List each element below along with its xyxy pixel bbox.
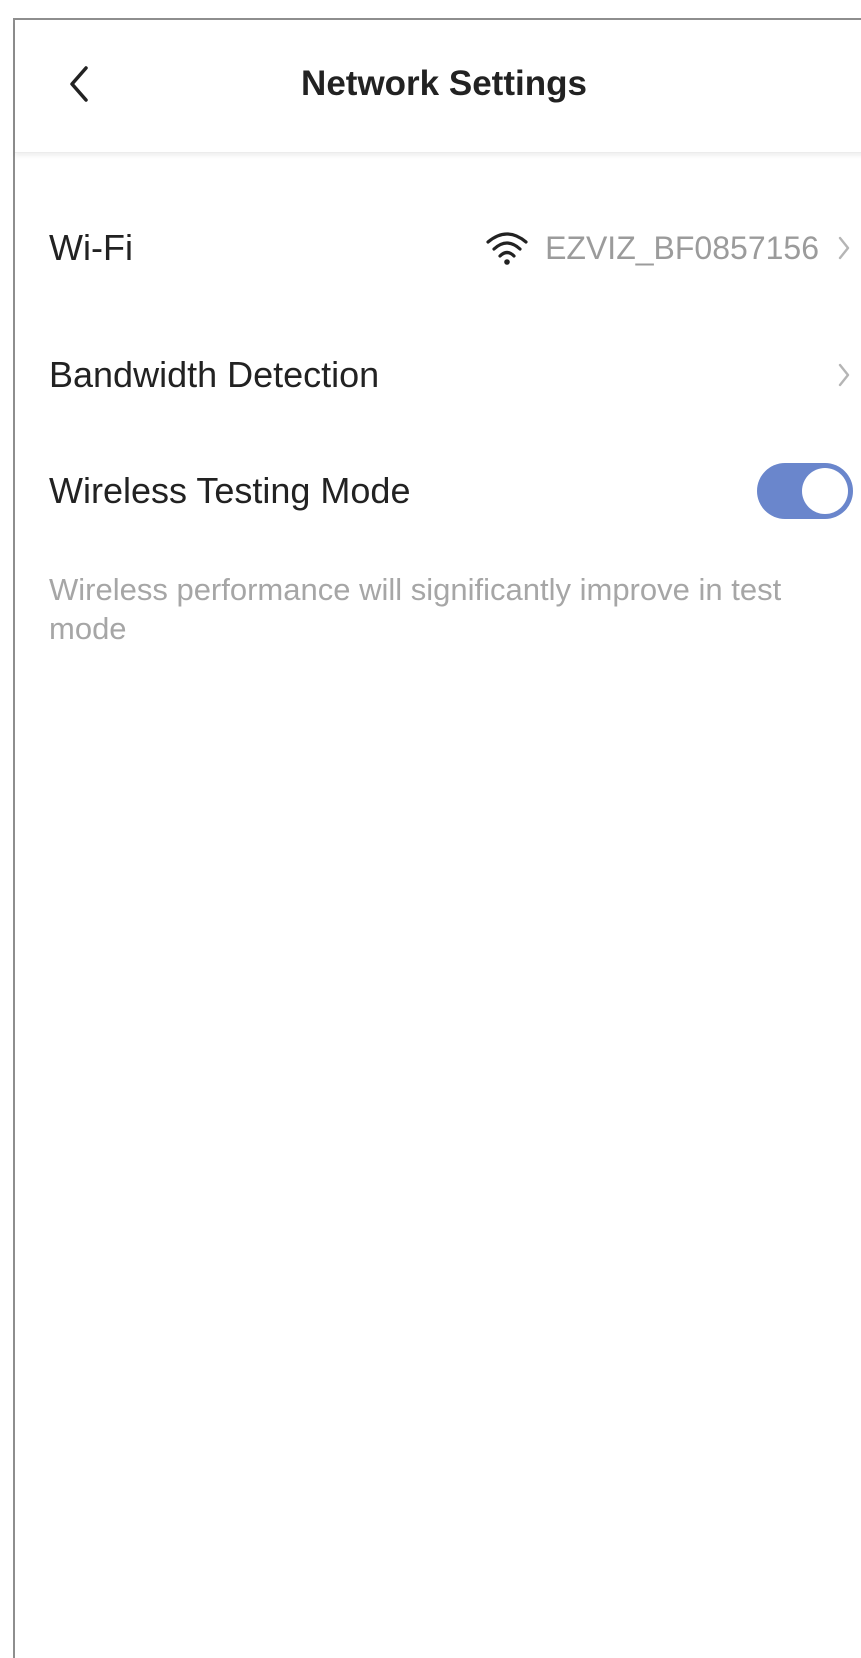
app-screen: Network Settings Wi-Fi EZVIZ_BF0857156 B… (13, 18, 861, 1658)
wifi-icon (486, 232, 528, 265)
toggle-knob (802, 468, 848, 514)
wifi-value-group: EZVIZ_BF0857156 (485, 228, 851, 268)
bandwidth-detection-label: Bandwidth Detection (49, 354, 380, 395)
wifi-network-name: EZVIZ_BF0857156 (545, 230, 819, 266)
wireless-testing-mode-label: Wireless Testing Mode (49, 470, 411, 511)
wifi-label: Wi-Fi (49, 227, 133, 268)
bandwidth-chevron-group (837, 362, 851, 388)
wireless-testing-mode-row: Wireless Testing Mode (15, 460, 861, 522)
top-bar: Network Settings (15, 20, 861, 153)
wifi-row[interactable]: Wi-Fi EZVIZ_BF0857156 (15, 220, 861, 276)
chevron-right-icon (838, 236, 850, 260)
wireless-testing-mode-toggle[interactable] (757, 463, 853, 519)
chevron-right-icon (838, 363, 850, 387)
bandwidth-detection-row[interactable]: Bandwidth Detection (15, 347, 861, 403)
page-title: Network Settings (301, 64, 587, 103)
wireless-testing-description: Wireless performance will significantly … (49, 572, 782, 646)
